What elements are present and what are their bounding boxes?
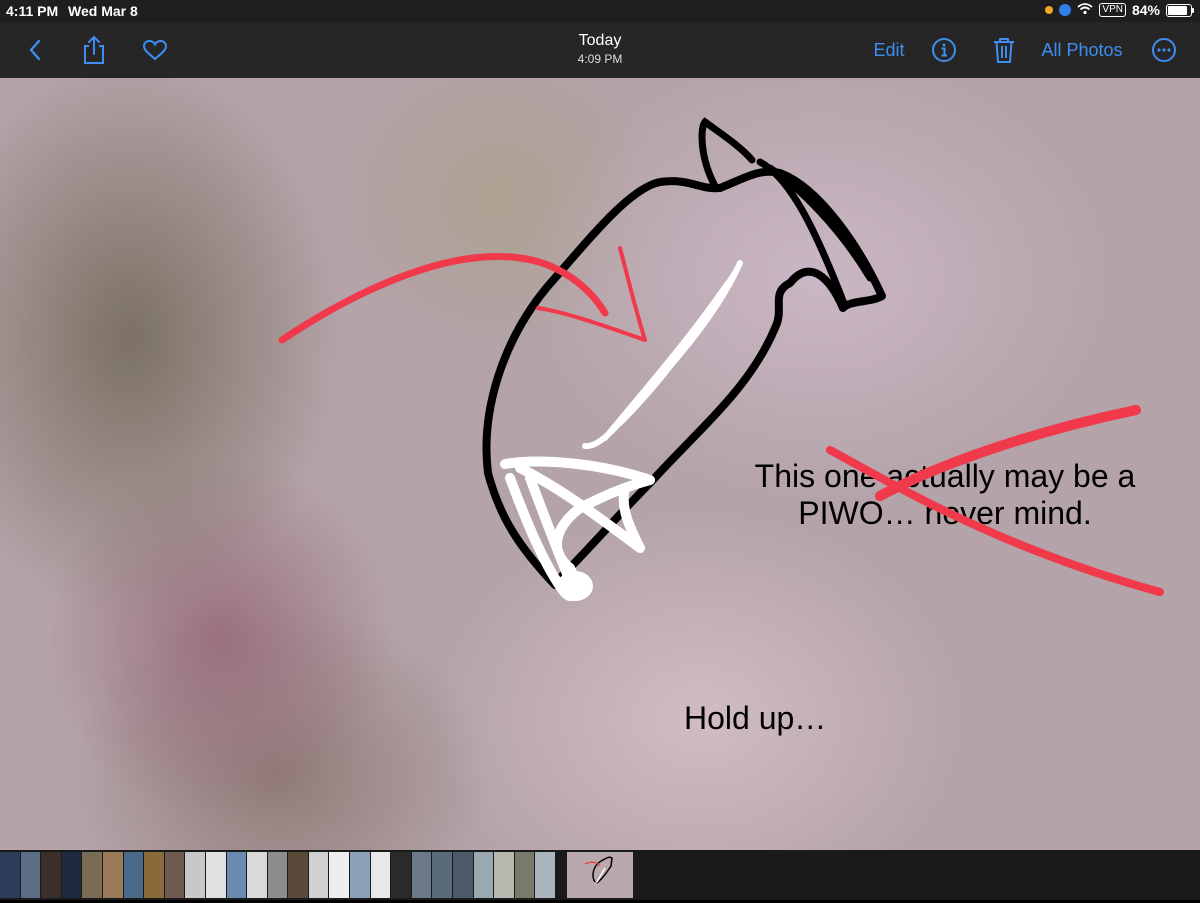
status-bar: 4:11 PM Wed Mar 8 VPN 84%	[0, 0, 1200, 22]
thumbnail-item[interactable]	[391, 852, 411, 898]
thumbnail-item[interactable]	[370, 852, 391, 898]
thumbnail-item[interactable]	[164, 852, 185, 898]
thumbnail-item[interactable]	[453, 852, 473, 898]
red-arrow-stroke	[278, 252, 609, 344]
thumbnail-item[interactable]	[514, 852, 535, 898]
thumbnail-item[interactable]	[41, 852, 61, 898]
more-button[interactable]	[1148, 22, 1180, 78]
thumbnail-item[interactable]	[473, 852, 494, 898]
wifi-icon	[1077, 2, 1093, 18]
nav-subtitle: 4:09 PM	[577, 52, 623, 66]
favorite-button[interactable]	[138, 22, 172, 78]
edit-button[interactable]: Edit	[868, 22, 910, 78]
thumbnail-item[interactable]	[0, 852, 20, 898]
battery-percent: 84%	[1131, 2, 1160, 18]
annotation-hold-up: Hold up…	[684, 700, 827, 736]
photo-viewer[interactable]: This one actually may be a PIWO… never m…	[0, 78, 1200, 850]
thumbnail-strip[interactable]	[0, 850, 1200, 900]
thumbnail-item[interactable]	[308, 852, 329, 898]
recording-dot-icon	[1045, 6, 1054, 14]
annotation-line-1: This one actually may be a	[754, 458, 1136, 494]
annotation-line-2: PIWO… never mind.	[798, 495, 1092, 531]
nav-title-block: Today 4:09 PM	[500, 32, 700, 66]
photo-toolbar: Today 4:09 PM Edit All Photos	[0, 22, 1200, 78]
all-photos-button[interactable]: All Photos	[1036, 22, 1128, 78]
black-pen-stroke	[756, 158, 874, 310]
trash-icon	[994, 38, 1014, 63]
location-icon	[1059, 4, 1072, 16]
thumbnail-item[interactable]	[226, 852, 247, 898]
status-date: Wed Mar 8	[68, 3, 138, 19]
info-icon	[932, 38, 956, 62]
status-time: 4:11 PM	[6, 3, 59, 19]
thumbnail-item[interactable]	[411, 852, 432, 898]
thumbnail-item[interactable]	[20, 852, 41, 898]
thumbnail-item[interactable]	[102, 852, 123, 898]
thumbnail-item[interactable]	[185, 852, 205, 898]
vpn-badge: VPN	[1099, 3, 1126, 17]
thumbnail-item[interactable]	[350, 852, 370, 898]
thumbnail-item[interactable]	[82, 852, 102, 898]
share-icon	[84, 35, 104, 64]
thumbnail-item[interactable]	[494, 852, 514, 898]
nav-title: Today	[578, 32, 622, 49]
thumbnail-item[interactable]	[123, 852, 144, 898]
more-icon	[1152, 38, 1176, 62]
thumbnail-item[interactable]	[247, 852, 267, 898]
battery-icon	[1166, 3, 1194, 17]
thumbnail-item[interactable]	[432, 852, 453, 898]
thumbnail-item[interactable]	[61, 852, 82, 898]
thumbnail-selected[interactable]	[567, 852, 633, 898]
back-button[interactable]	[20, 22, 50, 78]
thumbnail-item[interactable]	[288, 852, 308, 898]
selected-thumbnail-preview	[584, 856, 613, 884]
share-button[interactable]	[78, 22, 110, 78]
thumbnail-item[interactable]	[535, 852, 555, 898]
thumbnail-item[interactable]	[205, 852, 226, 898]
thumbnail-item[interactable]	[329, 852, 350, 898]
annotation-note: This one actually may be a PIWO… never m…	[730, 458, 1160, 532]
info-button[interactable]	[928, 22, 960, 78]
thumbnail-item[interactable]	[144, 852, 164, 898]
thumbnail-item[interactable]	[267, 852, 288, 898]
chevron-left-icon	[29, 39, 41, 61]
delete-button[interactable]	[988, 22, 1020, 78]
status-indicators: VPN 84%	[1045, 2, 1194, 18]
heart-icon	[142, 39, 168, 61]
white-pen-blob	[557, 571, 593, 601]
